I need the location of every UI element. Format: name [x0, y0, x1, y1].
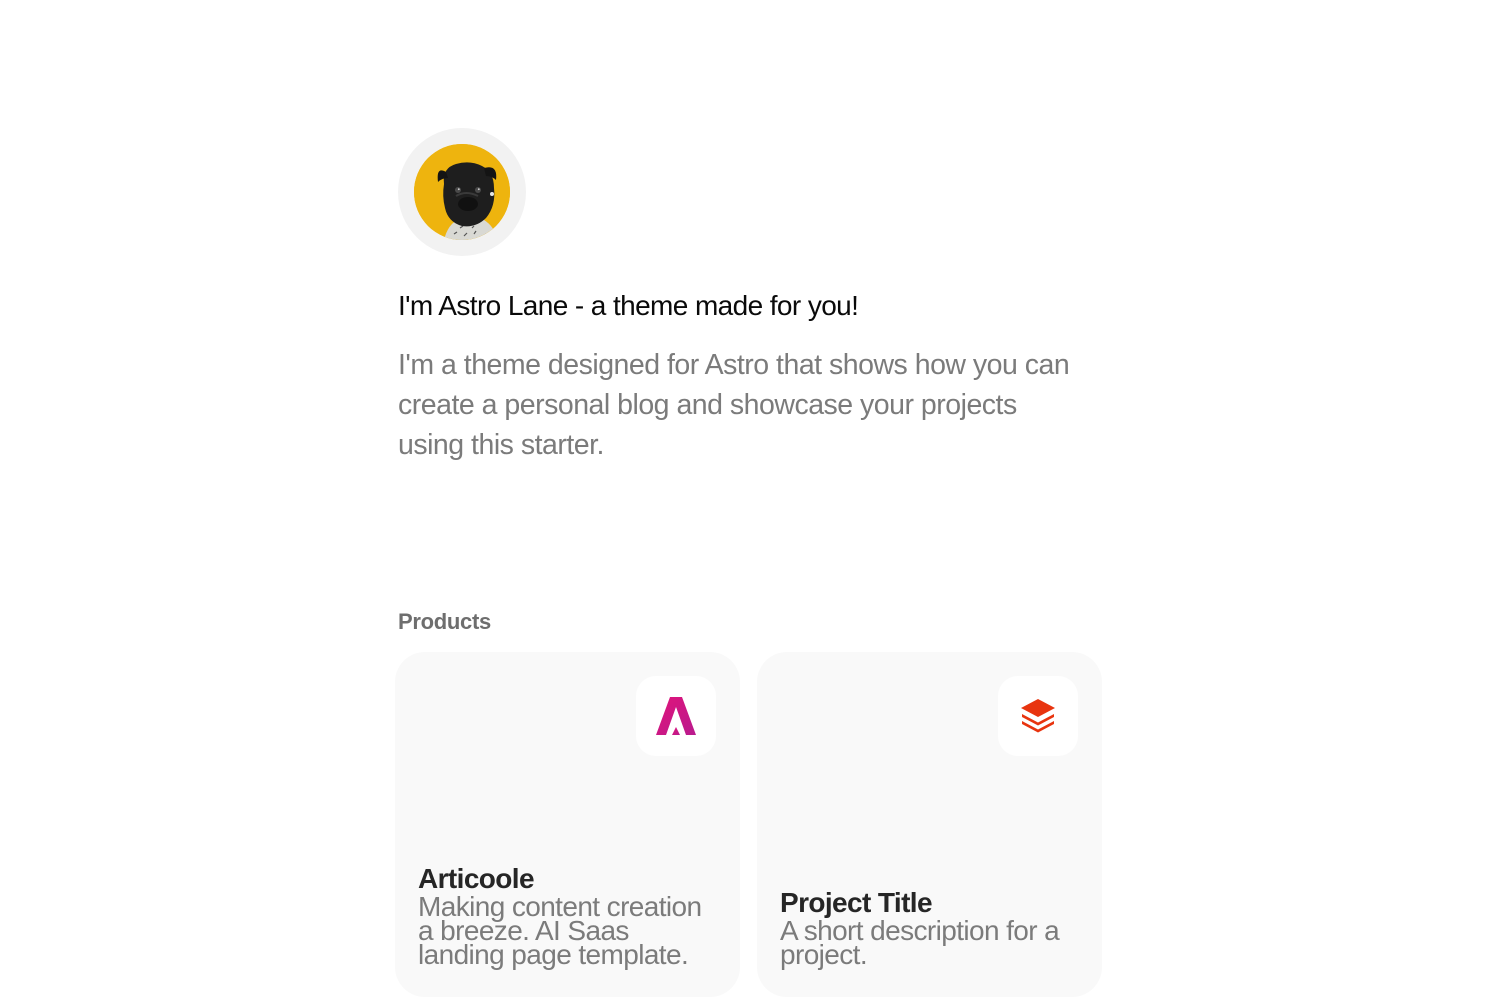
- product-card-project[interactable]: Project Title A short description for a …: [757, 652, 1102, 997]
- products-heading: Products: [398, 609, 491, 634]
- hero-description: I'm a theme designed for Astro that show…: [398, 349, 1070, 461]
- stack-layers-icon: [998, 676, 1078, 756]
- hero-title: I'm Astro Lane - a theme made for you!: [398, 290, 859, 321]
- pug-avatar-icon: [414, 144, 510, 240]
- card-text: Articoole Making content creation a bree…: [418, 863, 718, 970]
- page: I'm Astro Lane - a theme made for you! I…: [0, 0, 1500, 1000]
- product-card-articoole[interactable]: Articoole Making content creation a bree…: [395, 652, 740, 997]
- product-description: Making content creation a breeze. AI Saa…: [418, 891, 702, 970]
- avatar: [398, 128, 526, 256]
- product-description: A short description for a project.: [780, 915, 1060, 970]
- articoole-logo-icon: [636, 676, 716, 756]
- card-text: Project Title A short description for a …: [780, 887, 1080, 970]
